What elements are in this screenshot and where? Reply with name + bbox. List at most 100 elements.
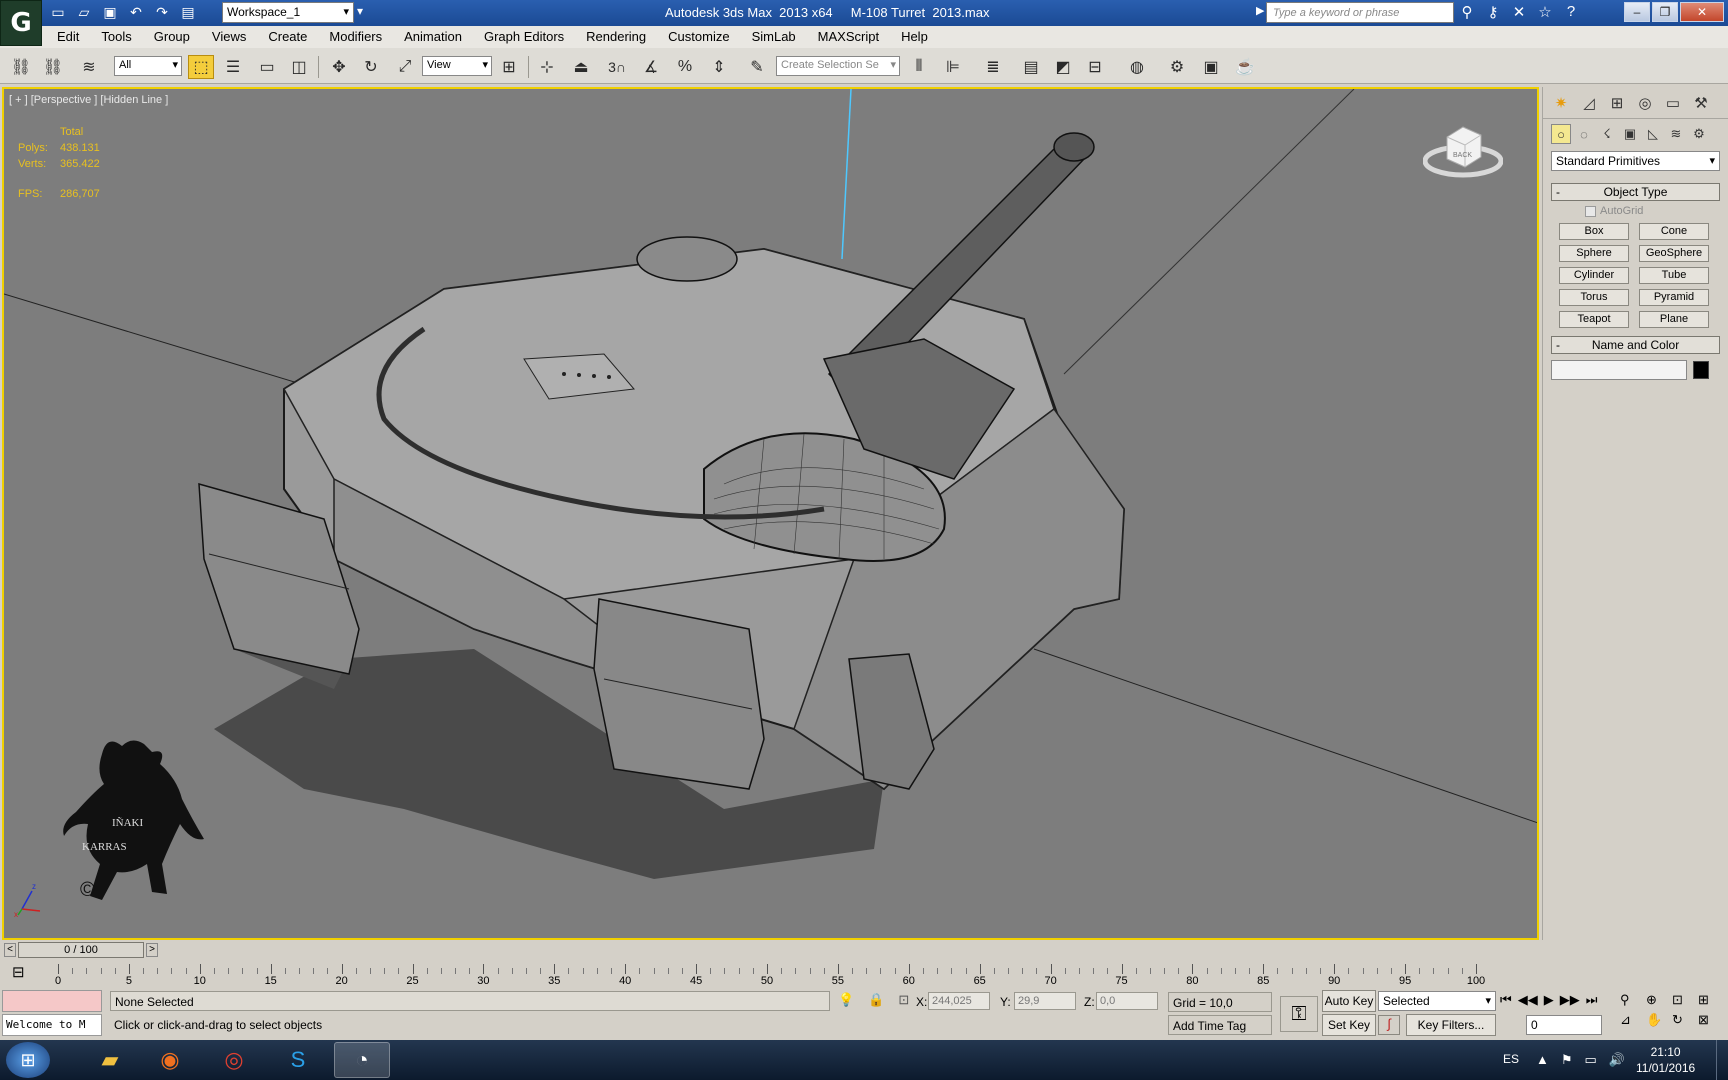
input-language[interactable]: ES (1503, 1052, 1519, 1066)
clock[interactable]: 21:10 11/01/2016 (1636, 1044, 1695, 1076)
pyramid-button[interactable]: Pyramid (1639, 289, 1709, 306)
pan-icon[interactable]: ✋ (1646, 1012, 1668, 1028)
zoom-extents-icon[interactable]: ⊡ (1672, 992, 1694, 1008)
cylinder-button[interactable]: Cylinder (1559, 267, 1629, 284)
go-to-start-icon[interactable]: ⏮ (1500, 992, 1512, 1008)
window-crossing-icon[interactable]: ◫ (286, 55, 312, 79)
keyboard-shortcut-override-icon[interactable]: ⏏ (568, 55, 594, 79)
chrome-taskbar-icon[interactable]: ◎ (206, 1042, 262, 1078)
select-manipulate-icon[interactable]: ⊹ (534, 55, 560, 79)
time-slider-prev-button[interactable]: < (4, 943, 16, 957)
select-object-icon[interactable]: ⬚ (188, 55, 214, 79)
utilities-tab-icon[interactable]: ⚒ (1689, 91, 1713, 115)
menu-help[interactable]: Help (890, 26, 939, 48)
menu-maxscript[interactable]: MAXScript (807, 26, 890, 48)
shapes-icon[interactable]: ◌ (1574, 124, 1594, 144)
play-icon[interactable]: ▶ (1544, 992, 1554, 1008)
percent-snap-icon[interactable]: % (672, 55, 698, 79)
material-editor-icon[interactable]: ◍ (1124, 55, 1150, 79)
time-slider-thumb[interactable]: 0 / 100 (18, 942, 144, 958)
start-button[interactable]: ⊞ (6, 1042, 50, 1078)
spinner-snap-icon[interactable]: ⇕ (706, 55, 732, 79)
save-file-icon[interactable]: ▣ (100, 2, 120, 22)
key-mode-select[interactable]: Selected (1378, 991, 1496, 1011)
show-desktop-button[interactable] (1716, 1040, 1728, 1080)
key-tool-icon[interactable]: ⚷ (1484, 3, 1502, 21)
set-key-button[interactable]: Set Key (1322, 1014, 1376, 1036)
tray-expand-icon[interactable]: ▲ (1536, 1052, 1549, 1068)
autogrid-checkbox[interactable]: AutoGrid (1585, 205, 1728, 217)
render-production-icon[interactable]: ☕ (1232, 55, 1258, 79)
angle-snap-icon[interactable]: ∡ (638, 55, 664, 79)
z-coord-field[interactable]: 0,0 (1096, 992, 1158, 1010)
rendered-frame-window-icon[interactable]: ▣ (1198, 55, 1224, 79)
menu-simlab[interactable]: SimLab (741, 26, 807, 48)
menu-views[interactable]: Views (201, 26, 257, 48)
named-selection-set-select[interactable]: Create Selection Se (776, 56, 900, 76)
create-tab-icon[interactable]: ✷ (1549, 91, 1573, 115)
viewcube[interactable]: BACK (1422, 117, 1504, 179)
object-type-rollout[interactable]: Object Type (1551, 183, 1720, 201)
align-icon[interactable]: ⊫ (940, 55, 966, 79)
previous-frame-icon[interactable]: ◀◀ (1518, 992, 1538, 1008)
viewport-label[interactable]: [ + ] [Perspective ] [Hidden Line ] (9, 94, 168, 106)
redo-icon[interactable]: ↷ (152, 2, 172, 22)
zoom-extents-all-icon[interactable]: ⊞ (1698, 992, 1720, 1008)
help-icon[interactable]: ? (1562, 3, 1580, 21)
cameras-icon[interactable]: ▣ (1620, 124, 1640, 144)
mirror-icon[interactable]: ⫴ (906, 55, 932, 79)
layer-manager-icon[interactable]: ≣ (980, 55, 1006, 79)
menu-animation[interactable]: Animation (393, 26, 473, 48)
default-tangent-icon[interactable]: ∫ (1378, 1015, 1400, 1035)
select-and-move-icon[interactable]: ✥ (326, 55, 352, 79)
open-file-icon[interactable]: ▱ (74, 2, 94, 22)
menu-edit[interactable]: Edit (46, 26, 90, 48)
minimize-button[interactable]: – (1624, 2, 1650, 22)
select-and-link-icon[interactable]: ⛓ (8, 55, 34, 79)
torus-button[interactable]: Torus (1559, 289, 1629, 306)
display-icon[interactable]: ▭ (1585, 1052, 1597, 1068)
graphite-ribbon-icon[interactable]: ▤ (1018, 55, 1044, 79)
workspace-menu-icon[interactable]: ▾ (357, 4, 363, 18)
menu-create[interactable]: Create (257, 26, 318, 48)
track-ruler[interactable]: 0 5 10 15 20 25 30 35 40 45 50 55 60 65 70 75 80 85 90 95 10… (55, 960, 1485, 988)
select-and-scale-icon[interactable]: ⤢ (392, 55, 418, 79)
y-coord-field[interactable]: 29,9 (1014, 992, 1076, 1010)
binoculars-icon[interactable]: ⚲ (1458, 3, 1476, 21)
sphere-button[interactable]: Sphere (1559, 245, 1629, 262)
new-file-icon[interactable]: ▭ (48, 2, 68, 22)
teapot-button[interactable]: Teapot (1559, 311, 1629, 328)
cone-button[interactable]: Cone (1639, 223, 1709, 240)
firefox-taskbar-icon[interactable]: ◉ (142, 1042, 198, 1078)
menu-rendering[interactable]: Rendering (575, 26, 657, 48)
track-bar[interactable]: ⊟ 0 5 10 15 20 25 30 35 40 45 50 55 60 65 70 75 80 85 90 95… (0, 960, 1542, 988)
render-setup-icon[interactable]: ⚙ (1164, 55, 1190, 79)
x-coord-field[interactable]: 244,025 (928, 992, 990, 1010)
plane-button[interactable]: Plane (1639, 311, 1709, 328)
schematic-view-icon[interactable]: ⊟ (1082, 55, 1108, 79)
bind-space-warp-icon[interactable]: ≋ (76, 55, 102, 79)
go-to-end-icon[interactable]: ⏭ (1586, 992, 1598, 1008)
next-frame-icon[interactable]: ▶▶ (1560, 992, 1580, 1008)
selection-lock-icon[interactable]: 🔒 (868, 992, 884, 1008)
rectangular-selection-icon[interactable]: ▭ (254, 55, 280, 79)
help-search-input[interactable]: Type a keyword or phrase (1266, 2, 1454, 23)
unlink-icon[interactable]: ⛓ (40, 55, 66, 79)
search-expand-icon[interactable]: ▶ (1256, 4, 1264, 17)
motion-tab-icon[interactable]: ◎ (1633, 91, 1657, 115)
exchange-icon[interactable]: ✕ (1510, 3, 1528, 21)
undo-icon[interactable]: ↶ (126, 2, 146, 22)
3dsmax-taskbar-icon[interactable]: ◔ (334, 1042, 390, 1078)
isolate-icon[interactable]: 💡 (838, 992, 854, 1008)
name-and-color-rollout[interactable]: Name and Color (1551, 336, 1720, 354)
zoom-icon[interactable]: ⚲ (1620, 992, 1642, 1008)
maxscript-output[interactable]: Welcome to M (2, 1014, 102, 1036)
primitive-category-select[interactable]: Standard Primitives (1551, 151, 1720, 171)
add-time-tag-button[interactable]: Add Time Tag (1168, 1015, 1272, 1035)
reference-coordinate-select[interactable]: View (422, 56, 492, 76)
object-color-swatch[interactable] (1693, 361, 1709, 379)
set-key-icon[interactable]: ⚿ (1280, 996, 1318, 1032)
selection-filter-select[interactable]: All (114, 56, 182, 76)
modify-tab-icon[interactable]: ◿ (1577, 91, 1601, 115)
menu-customize[interactable]: Customize (657, 26, 740, 48)
